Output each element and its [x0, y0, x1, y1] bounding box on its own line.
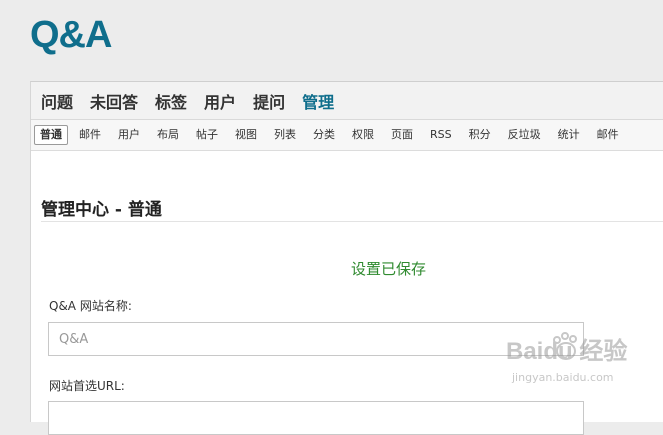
site-name-label: Q&A 网站名称:	[49, 299, 132, 313]
watermark-url: jingyan.baidu.com	[511, 371, 614, 384]
sub-nav-lists[interactable]: 列表	[268, 125, 302, 145]
site-url-label: 网站首选URL:	[49, 379, 125, 393]
site-logo[interactable]: Q&A	[30, 14, 112, 57]
main-nav: 问题 未回答 标签 用户 提问 管理	[31, 82, 663, 120]
sub-nav-stats[interactable]: 统计	[552, 125, 586, 145]
sub-nav-emails[interactable]: 邮件	[73, 125, 107, 145]
sub-nav-viewing[interactable]: 视图	[229, 125, 263, 145]
main-nav-ask[interactable]: 提问	[253, 89, 285, 113]
sub-nav-permissions[interactable]: 权限	[346, 125, 380, 145]
main-nav-tags[interactable]: 标签	[155, 89, 187, 113]
sub-nav-posting[interactable]: 帖子	[190, 125, 224, 145]
sub-nav-pages[interactable]: 页面	[385, 125, 419, 145]
sub-nav-general[interactable]: 普通	[34, 125, 68, 145]
sub-nav-rss[interactable]: RSS	[424, 125, 458, 145]
main-nav-admin[interactable]: 管理	[302, 89, 334, 113]
main-nav-unanswered[interactable]: 未回答	[90, 89, 138, 113]
sub-nav-spam[interactable]: 反垃圾	[502, 125, 547, 145]
page-title: 管理中心 - 普通	[41, 200, 162, 220]
site-url-input[interactable]	[48, 401, 584, 435]
main-nav-questions[interactable]: 问题	[41, 89, 73, 113]
watermark-brand: Baidu 经验	[506, 337, 627, 365]
sub-nav-layout[interactable]: 布局	[151, 125, 185, 145]
baidu-jingyan-watermark: Baidu 经验 jingyan.baidu.com	[506, 332, 627, 384]
main-nav-users[interactable]: 用户	[204, 89, 236, 113]
admin-sub-nav: 普通 邮件 用户 布局 帖子 视图 列表 分类 权限 页面 RSS 积分 反垃圾…	[31, 120, 663, 151]
settings-saved-message: 设置已保存	[351, 260, 427, 278]
sub-nav-users[interactable]: 用户	[112, 125, 146, 145]
sub-nav-mailing[interactable]: 邮件	[591, 125, 625, 145]
title-divider	[41, 221, 663, 222]
sub-nav-points[interactable]: 积分	[463, 125, 497, 145]
sub-nav-categories[interactable]: 分类	[307, 125, 341, 145]
